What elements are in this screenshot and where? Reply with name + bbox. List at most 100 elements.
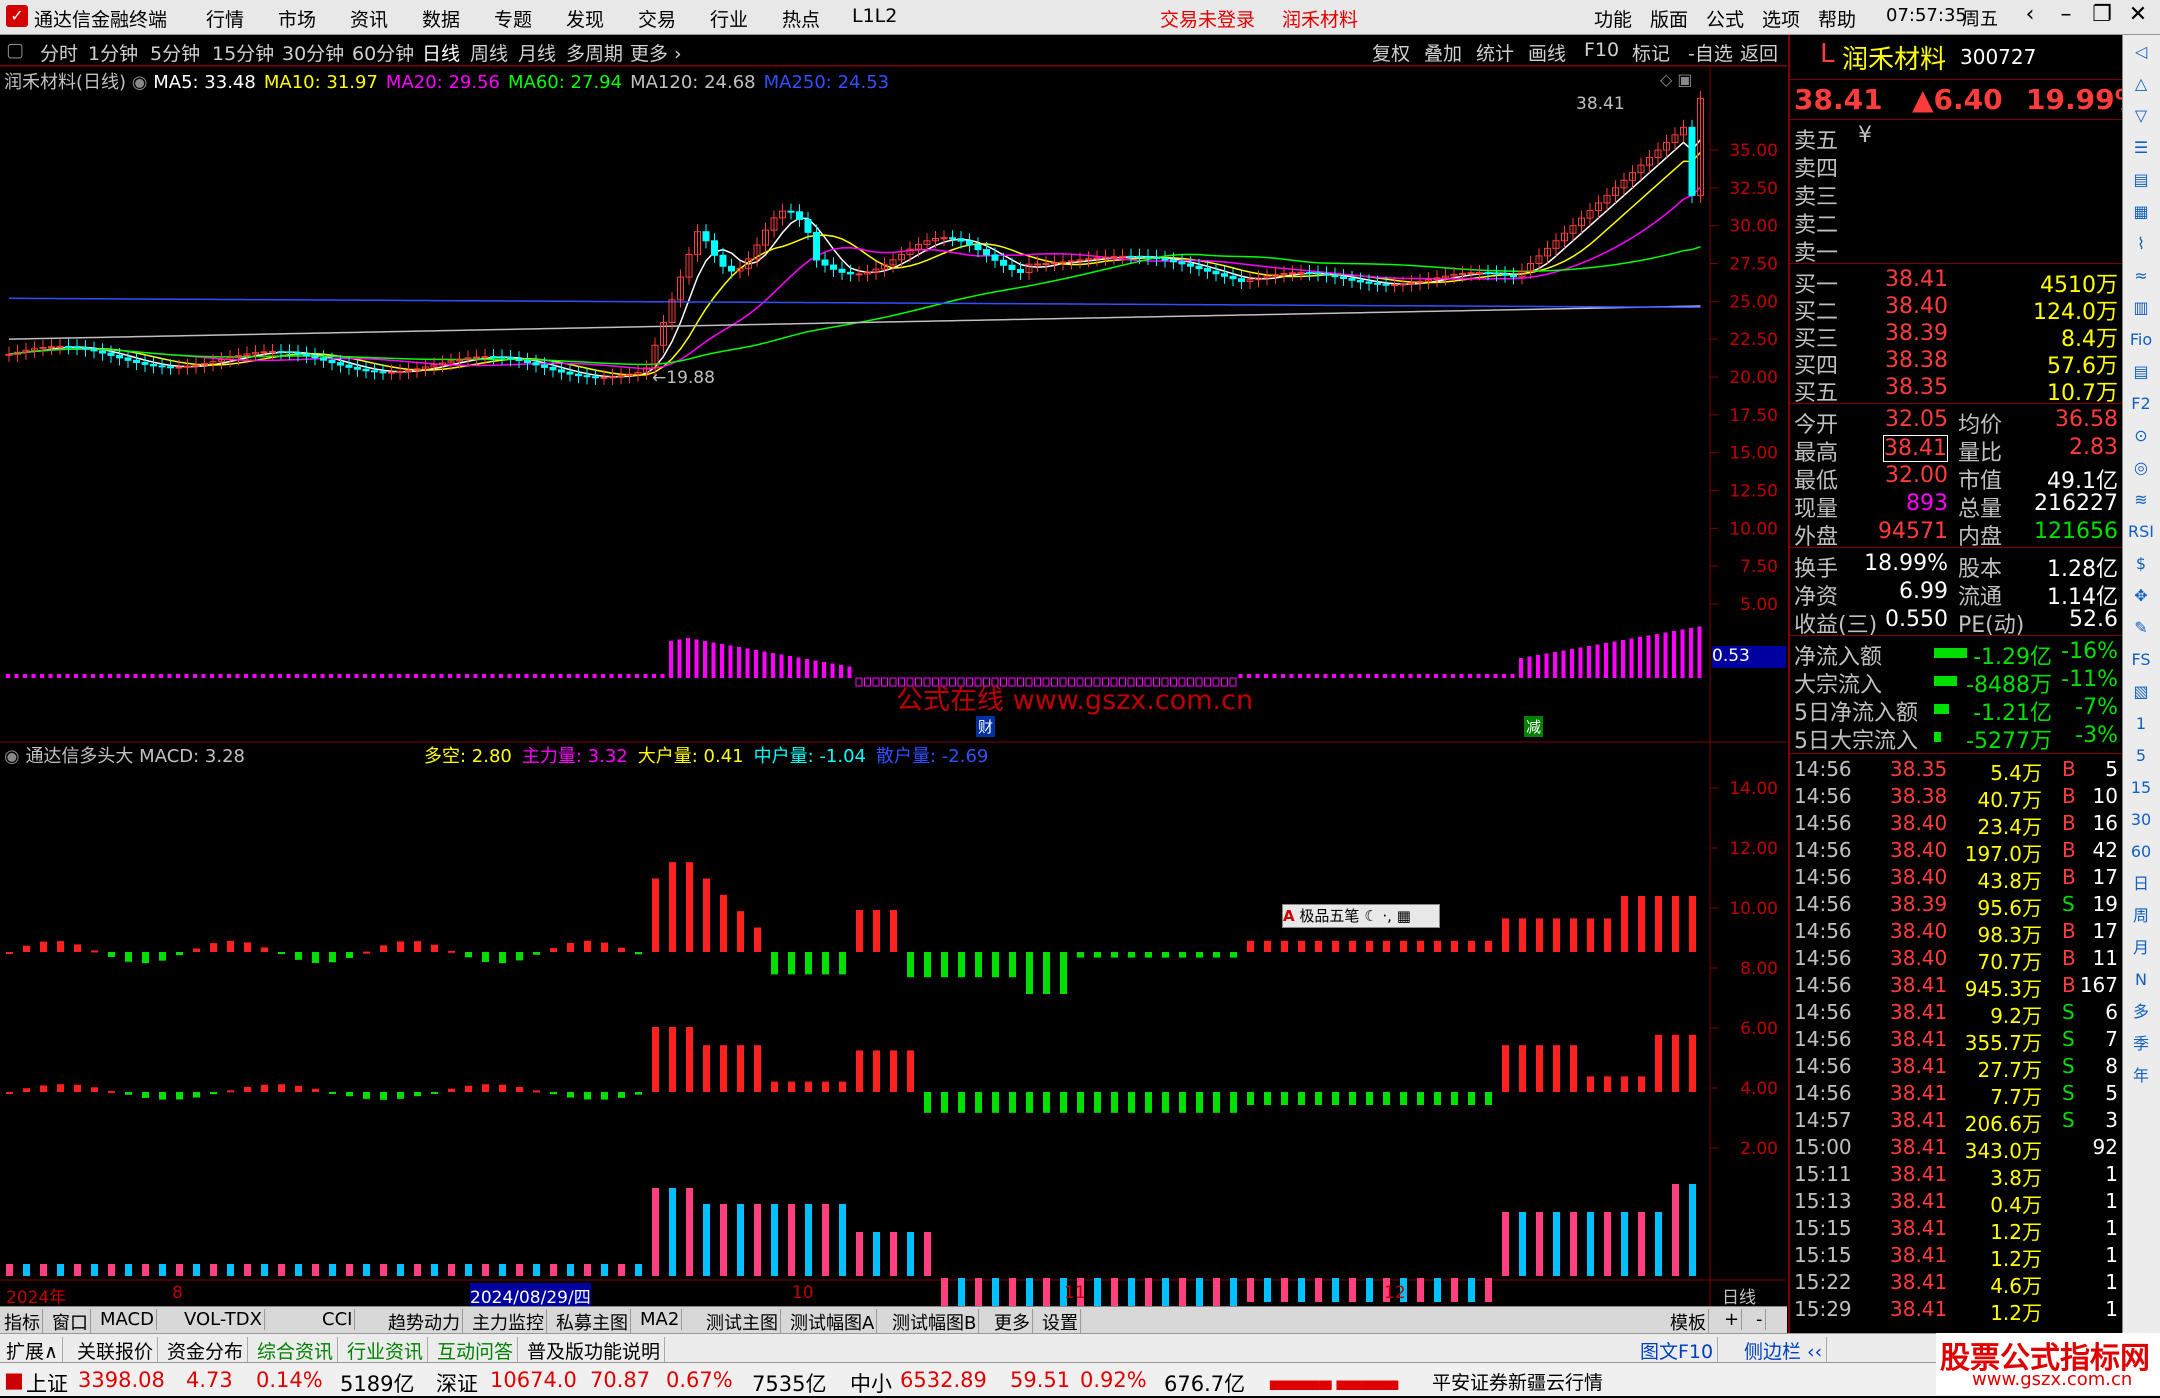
indicator-tab[interactable]: CCI xyxy=(320,1309,356,1330)
close-icon[interactable]: ✕ xyxy=(2120,2,2156,27)
period-tab[interactable]: 多周期 xyxy=(566,39,623,66)
indicator-tab[interactable]: 测试主图 xyxy=(704,1309,781,1335)
indicator-tab[interactable]: VOL-TDX xyxy=(182,1309,265,1330)
indicator-tab[interactable]: 更多 xyxy=(992,1309,1033,1335)
template-tab[interactable]: + xyxy=(1722,1309,1743,1330)
period-tab[interactable]: 60分钟 xyxy=(352,39,414,66)
side-tool-icon[interactable]: 日 xyxy=(2127,871,2155,897)
side-tool-icon[interactable]: $ xyxy=(2127,551,2155,577)
toolbar-action[interactable]: -自选 xyxy=(1688,39,1733,66)
gear-icon[interactable]: ◉ xyxy=(132,72,153,93)
right-menu-item[interactable]: 选项 xyxy=(1762,5,1800,32)
buy-row[interactable]: 买二 38.40 124.0万 xyxy=(1794,294,2118,325)
side-tool-icon[interactable]: ≈ xyxy=(2127,263,2155,289)
menu-item[interactable]: 发现 xyxy=(566,5,604,32)
side-tool-icon[interactable]: 多 xyxy=(2127,999,2155,1025)
side-tool-icon[interactable]: 1 xyxy=(2127,711,2155,737)
template-tab[interactable]: 模板 xyxy=(1668,1309,1709,1335)
extend-right-tab[interactable]: 侧边栏 ‹‹ xyxy=(1740,1337,1828,1364)
right-menu-item[interactable]: 版面 xyxy=(1650,5,1688,32)
back-icon[interactable]: ‹ xyxy=(2012,2,2048,27)
indicator-tab[interactable]: 测试幅图B xyxy=(890,1309,980,1335)
side-tool-icon[interactable]: ✥ xyxy=(2127,583,2155,609)
toolbar-action[interactable]: 返回 xyxy=(1740,39,1778,66)
side-tool-icon[interactable]: 周 xyxy=(2127,903,2155,929)
side-tool-icon[interactable]: ▤ xyxy=(2127,359,2155,385)
period-tab[interactable]: 分时 xyxy=(40,39,78,66)
menu-item[interactable]: 市场 xyxy=(278,5,316,32)
indicator-tab[interactable]: 指标 xyxy=(2,1309,43,1335)
period-tab[interactable]: 1分钟 xyxy=(88,39,138,66)
side-tool-icon[interactable]: ⌇ xyxy=(2127,231,2155,257)
extend-tab[interactable]: 行业资讯 xyxy=(343,1337,429,1364)
side-tool-icon[interactable]: 月 xyxy=(2127,935,2155,961)
side-tool-icon[interactable]: ◁ xyxy=(2127,39,2155,65)
ime-moon-icon[interactable]: ☾ ·, ▦ xyxy=(1364,907,1411,925)
side-tool-icon[interactable]: N xyxy=(2127,967,2155,993)
side-tool-icon[interactable]: ▧ xyxy=(2127,679,2155,705)
toolbar-action[interactable]: 画线 xyxy=(1528,39,1566,66)
toolbar-action[interactable]: 统计 xyxy=(1476,39,1514,66)
extend-tab[interactable]: 扩展∧ xyxy=(2,1337,63,1364)
trade-status[interactable]: 交易未登录 xyxy=(1160,5,1255,32)
menu-item[interactable]: 行业 xyxy=(710,5,748,32)
side-tool-icon[interactable]: RSI xyxy=(2127,519,2155,545)
indicator-tab[interactable]: 设置 xyxy=(1040,1309,1081,1335)
buy-row[interactable]: 买四 38.38 57.6万 xyxy=(1794,348,2118,379)
side-tool-icon[interactable]: 15 xyxy=(2127,775,2155,801)
menu-item[interactable]: 数据 xyxy=(422,5,460,32)
toolbar-action[interactable]: 标记 xyxy=(1632,39,1670,66)
toolbar-action[interactable]: F10 xyxy=(1584,39,1619,61)
side-tool-icon[interactable]: FS xyxy=(2127,647,2155,673)
side-tool-icon[interactable]: ▽ xyxy=(2127,103,2155,129)
side-tool-icon[interactable]: △ xyxy=(2127,71,2155,97)
collapse-icon[interactable]: ▢ xyxy=(6,39,24,61)
menu-item[interactable]: 专题 xyxy=(494,5,532,32)
side-tool-icon[interactable]: ▤ xyxy=(2127,167,2155,193)
indicator-tab[interactable]: 主力监控 xyxy=(470,1309,547,1335)
side-tool-icon[interactable]: ▥ xyxy=(2127,295,2155,321)
toolbar-action[interactable]: 叠加 xyxy=(1424,39,1462,66)
period-tab[interactable]: 日线 xyxy=(422,39,460,66)
side-tool-icon[interactable]: 5 xyxy=(2127,743,2155,769)
extend-tab[interactable]: 综合资讯 xyxy=(253,1337,339,1364)
restore-icon[interactable]: ❐ xyxy=(2084,2,2120,27)
indicator-tab[interactable]: MA2 xyxy=(638,1309,683,1330)
buy-row[interactable]: 买一 38.41 4510万 xyxy=(1794,267,2118,298)
menu-item[interactable]: 资讯 xyxy=(350,5,388,32)
side-tool-icon[interactable]: 30 xyxy=(2127,807,2155,833)
ime-popup[interactable]: A 极品五笔 ☾ ·, ▦ xyxy=(1282,904,1440,928)
menu-item[interactable]: 交易 xyxy=(638,5,676,32)
extend-tab[interactable]: 互动问答 xyxy=(433,1337,519,1364)
extend-right-tab[interactable]: 图文F10 xyxy=(1636,1337,1719,1364)
event-marker-jian[interactable]: 减 xyxy=(1524,716,1544,737)
menu-item[interactable]: 热点 xyxy=(782,5,820,32)
indicator-tab[interactable]: 窗口 xyxy=(50,1309,91,1335)
sub-gear-icon[interactable]: ◉ xyxy=(4,746,25,767)
extend-tab[interactable]: 关联报价 xyxy=(73,1337,159,1364)
period-tab[interactable]: 30分钟 xyxy=(282,39,344,66)
period-tab[interactable]: 5分钟 xyxy=(150,39,200,66)
indicator-tab[interactable]: 私募主图 xyxy=(554,1309,631,1335)
right-menu-item[interactable]: 帮助 xyxy=(1818,5,1856,32)
side-tool-icon[interactable]: 年 xyxy=(2127,1063,2155,1089)
side-tool-icon[interactable]: F2 xyxy=(2127,391,2155,417)
period-tab[interactable]: 周线 xyxy=(470,39,508,66)
chart-toggle-icon[interactable]: ◇ ▣ xyxy=(1660,70,1693,89)
right-menu-item[interactable]: 公式 xyxy=(1706,5,1744,32)
indicator-tab[interactable]: 趋势动力 xyxy=(386,1309,463,1335)
side-tool-icon[interactable]: ☰ xyxy=(2127,135,2155,161)
side-tool-icon[interactable]: ⊙ xyxy=(2127,423,2155,449)
side-tool-icon[interactable]: 60 xyxy=(2127,839,2155,865)
buy-row[interactable]: 买五 38.35 10.7万 xyxy=(1794,375,2118,406)
toolbar-action[interactable]: 复权 xyxy=(1372,39,1410,66)
period-tab[interactable]: 15分钟 xyxy=(212,39,274,66)
side-tool-icon[interactable]: ≋ xyxy=(2127,487,2155,513)
extend-tab[interactable]: 普及版功能说明 xyxy=(523,1337,666,1364)
minimize-icon[interactable]: – xyxy=(2048,2,2084,27)
side-tool-icon[interactable]: ◎ xyxy=(2127,455,2155,481)
period-tab[interactable]: 月线 xyxy=(518,39,556,66)
side-tool-icon[interactable]: ✎ xyxy=(2127,615,2155,641)
chart-area[interactable]: 35.00 32.50 30.00 27.50 25.00 22.50 20.00 17.50… xyxy=(0,66,1787,1306)
period-tab[interactable]: 更多 › xyxy=(630,39,682,66)
